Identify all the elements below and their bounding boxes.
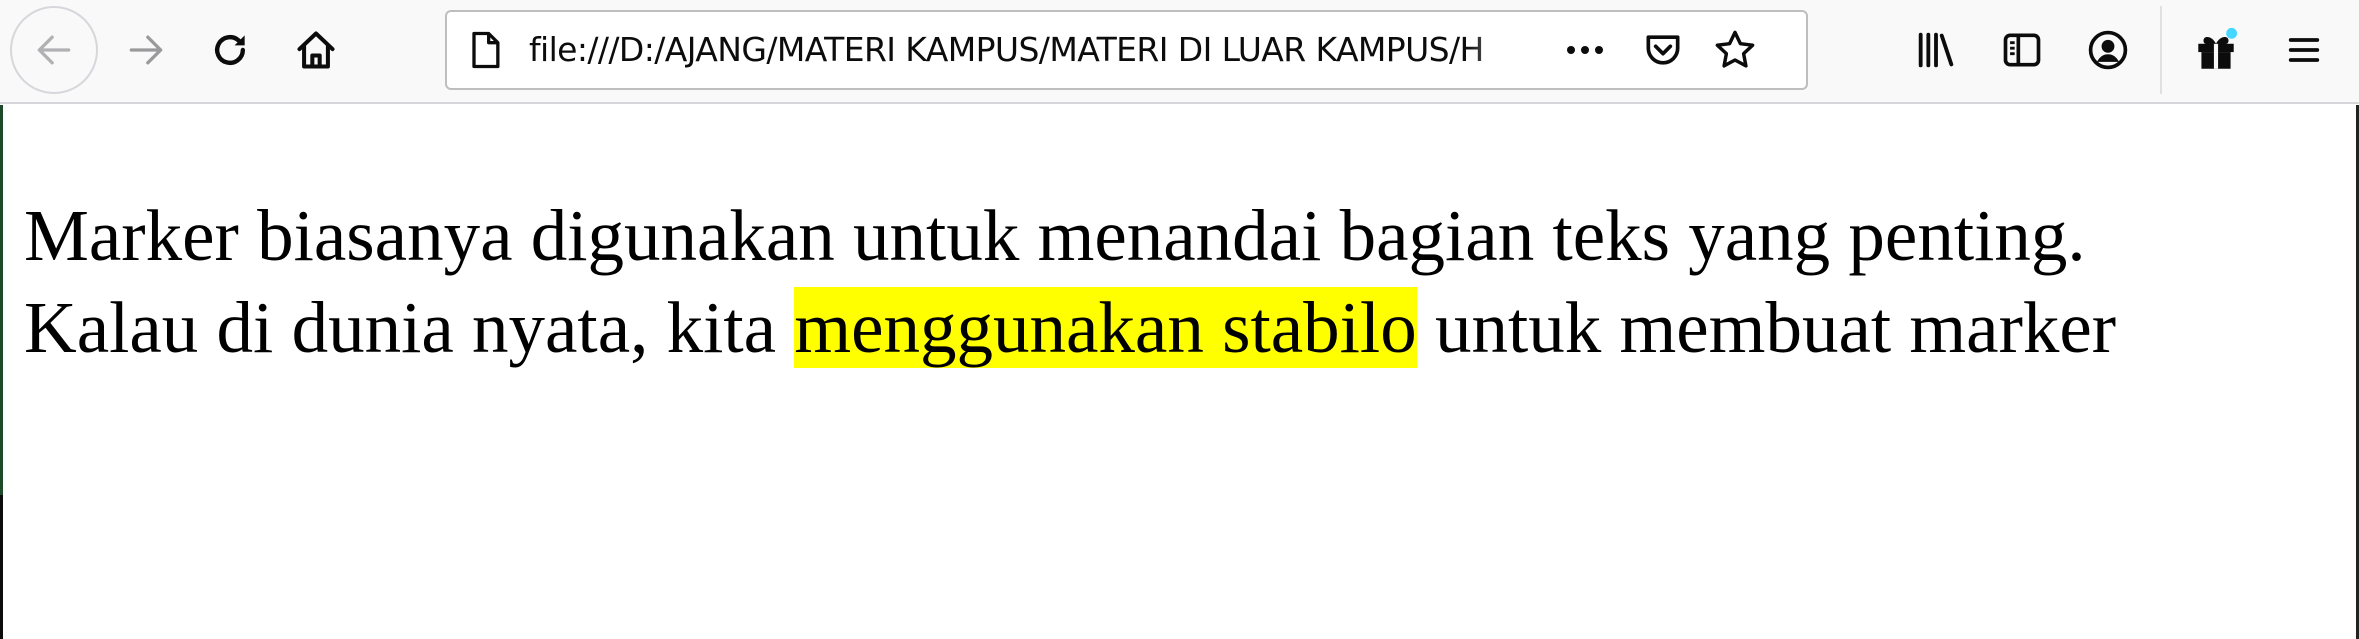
library-button[interactable] (1892, 6, 1980, 94)
bookmark-button[interactable] (1703, 18, 1767, 82)
reload-button[interactable] (186, 6, 274, 94)
star-icon (1715, 30, 1755, 68)
paragraph-line-2: Kalau di dunia nyata, kita menggunakan s… (24, 282, 2344, 374)
toolbar-separator (2160, 6, 2162, 94)
account-button[interactable] (2064, 6, 2152, 94)
url-bar[interactable]: file:///D:/AJANG/MATERI KAMPUS/MATERI DI… (445, 10, 1808, 90)
whats-new-button[interactable] (2172, 6, 2260, 94)
paragraph-line-1: Marker biasanya digunakan untuk menandai… (24, 195, 2086, 276)
marked-text: menggunakan stabilo (794, 287, 1417, 368)
line-2-after: untuk membuat marker (1416, 287, 2117, 368)
home-button[interactable] (272, 6, 360, 94)
account-icon (2088, 30, 2128, 70)
sidebar-icon (2003, 33, 2041, 67)
sidebar-button[interactable] (1978, 6, 2066, 94)
page-actions-button[interactable] (1553, 18, 1617, 82)
line-2-before: Kalau di dunia nyata, kita (24, 287, 795, 368)
url-text[interactable]: file:///D:/AJANG/MATERI KAMPUS/MATERI DI… (529, 12, 1529, 88)
page-content: Marker biasanya digunakan untuk menandai… (24, 190, 2344, 374)
menu-button[interactable] (2260, 6, 2348, 94)
url-fade (1467, 14, 1537, 86)
forward-button[interactable] (102, 6, 190, 94)
window-edge-left (0, 105, 3, 495)
more-dots-icon (1567, 46, 1603, 54)
home-icon (297, 31, 335, 69)
hamburger-menu-icon (2288, 38, 2320, 62)
page-icon (472, 31, 500, 69)
pocket-icon (1646, 35, 1680, 65)
library-icon (1918, 32, 1954, 68)
back-button[interactable] (10, 6, 98, 94)
back-arrow-icon (37, 35, 71, 65)
pocket-button[interactable] (1631, 18, 1695, 82)
forward-arrow-icon (129, 35, 163, 65)
gift-icon (2198, 27, 2238, 69)
window-edge-left-lower (0, 495, 3, 639)
browser-toolbar: file:///D:/AJANG/MATERI KAMPUS/MATERI DI… (0, 0, 2359, 104)
reload-icon (214, 34, 246, 66)
